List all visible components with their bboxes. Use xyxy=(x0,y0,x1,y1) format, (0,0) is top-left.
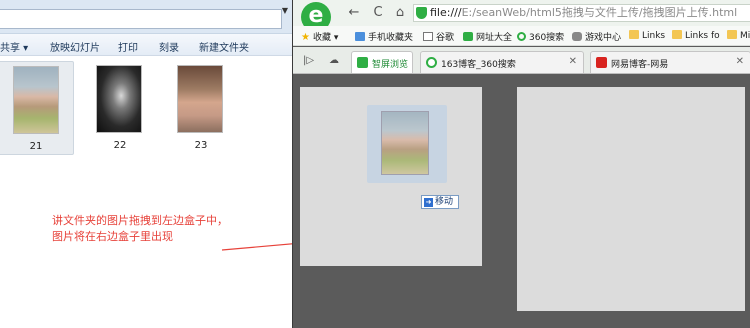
tab-label: 智屏浏览 xyxy=(372,60,409,70)
url-scheme: file:/// xyxy=(430,6,462,19)
explorer-address-input[interactable] xyxy=(0,9,282,29)
file-list: 21 22 23 xyxy=(0,57,292,328)
slideshow-button[interactable]: 放映幻灯片 xyxy=(50,39,100,54)
file-name: 21 xyxy=(29,141,43,152)
browser-toolbar: e ← C ⌂ file:///E:/seanWeb/html5拖拽与文件上传/… xyxy=(293,0,750,32)
tab-favicon-icon xyxy=(357,57,368,68)
url-bar[interactable]: file:///E:/seanWeb/html5拖拽与文件上传/拖拽图片上传.h… xyxy=(413,4,750,22)
drop-zone-box[interactable]: ➜ 移动 xyxy=(300,87,482,266)
cloud-icon[interactable]: ☁ xyxy=(329,55,339,66)
bookmark-label: 网址大全 xyxy=(476,33,513,43)
sidebar-toggle-icon[interactable]: |▷ xyxy=(303,55,314,66)
bookmark-game-center[interactable]: 游戏中心 xyxy=(572,30,621,43)
tab-163-search[interactable]: 163博客_360搜索 ✕ xyxy=(420,51,584,73)
tab-bar: |▷ ☁ 智屏浏览 163博客_360搜索 ✕ 网易博客-网易 ✕ xyxy=(293,47,750,74)
bookmark-label: 游戏中心 xyxy=(585,33,622,43)
document-icon xyxy=(423,32,433,41)
image-thumbnail xyxy=(13,66,59,134)
bookmark-label: 360搜索 xyxy=(529,33,565,43)
move-tooltip-label: 移动 xyxy=(435,197,454,207)
bookmark-label: 收藏 ▾ xyxy=(312,33,339,43)
drag-preview xyxy=(367,105,447,183)
bookmark-label: 谷歌 xyxy=(436,33,455,43)
tab-netease-blog[interactable]: 网易博客-网易 ✕ xyxy=(590,51,750,73)
bookmark-mi[interactable]: Mi xyxy=(727,30,750,41)
bookmark-favorites[interactable]: ★ 收藏 ▾ xyxy=(301,30,338,43)
tab-smart-screen[interactable]: 智屏浏览 xyxy=(351,51,413,73)
360-icon xyxy=(426,57,437,68)
file-name: 23 xyxy=(194,140,208,151)
explorer-address-bar: ▼ xyxy=(0,0,292,34)
close-icon[interactable]: ✕ xyxy=(736,56,744,67)
move-tooltip: ➜ 移动 xyxy=(421,195,459,209)
bookmark-google[interactable]: 谷歌 xyxy=(423,30,454,43)
bookmark-label: Links xyxy=(642,31,666,41)
refresh-icon[interactable]: C xyxy=(369,4,387,22)
browser-window: e ← C ⌂ file:///E:/seanWeb/html5拖拽与文件上传/… xyxy=(292,0,750,328)
chevron-down-icon[interactable]: ▼ xyxy=(282,6,288,15)
file-name: 22 xyxy=(113,140,127,151)
file-item[interactable]: 21 xyxy=(0,61,74,155)
explorer-toolbar: 共享 ▾ 放映幻灯片 打印 刻录 新建文件夹 xyxy=(0,34,292,56)
star-icon: ★ xyxy=(301,32,310,43)
image-thumbnail xyxy=(96,65,142,133)
bookmark-label: 手机收藏夹 xyxy=(368,33,414,43)
bookmark-360-search[interactable]: 360搜索 xyxy=(517,30,564,43)
bookmark-links[interactable]: Links xyxy=(629,30,665,41)
folder-icon xyxy=(629,30,639,39)
image-thumbnail xyxy=(177,65,223,133)
green-shield-icon xyxy=(463,32,473,41)
page-content: ➜ 移动 xyxy=(293,75,750,328)
home-icon[interactable]: ⌂ xyxy=(391,4,409,22)
image-display-box xyxy=(517,87,745,311)
new-folder-button[interactable]: 新建文件夹 xyxy=(199,39,249,54)
360-icon xyxy=(517,32,526,41)
close-icon[interactable]: ✕ xyxy=(569,56,577,67)
bookmark-links-fo[interactable]: Links fo xyxy=(672,30,720,41)
annotation-line: 图片将在右边盒子里出现 xyxy=(52,230,173,243)
netease-icon xyxy=(596,57,607,68)
file-item[interactable]: 23 xyxy=(163,61,239,155)
instruction-annotation: 讲文件夹的图片拖拽到左边盒子中， 图片将在右边盒子里出现 xyxy=(52,213,228,245)
file-item[interactable]: 22 xyxy=(82,61,158,155)
file-explorer: ▼ 共享 ▾ 放映幻灯片 打印 刻录 新建文件夹 21 22 23 讲文件夹的图 xyxy=(0,0,292,328)
bookmarks-bar: ★ 收藏 ▾ 手机收藏夹 谷歌 网址大全 360搜索 游戏中心 Links Lin… xyxy=(293,26,750,46)
gamepad-icon xyxy=(572,32,582,41)
bookmark-mobile-favorites[interactable]: 手机收藏夹 xyxy=(355,30,413,43)
phone-icon xyxy=(355,32,365,41)
bookmark-label: Links fo xyxy=(685,31,720,41)
folder-icon xyxy=(672,30,682,39)
burn-button[interactable]: 刻录 xyxy=(159,39,179,54)
move-arrow-icon: ➜ xyxy=(424,198,433,207)
bookmark-web-directory[interactable]: 网址大全 xyxy=(463,30,512,43)
folder-icon xyxy=(727,30,737,39)
annotation-line: 讲文件夹的图片拖拽到左边盒子中， xyxy=(52,214,228,227)
tab-label: 网易博客-网易 xyxy=(611,60,669,70)
print-button[interactable]: 打印 xyxy=(118,39,138,54)
back-arrow-icon[interactable]: ← xyxy=(345,4,363,22)
tab-label: 163博客_360搜索 xyxy=(441,60,516,70)
url-path: E:/seanWeb/html5拖拽与文件上传/拖拽图片上传.html xyxy=(461,6,738,19)
dragged-image xyxy=(381,111,429,175)
security-shield-icon xyxy=(416,7,427,19)
bookmark-label: Mi xyxy=(740,31,750,41)
share-button[interactable]: 共享 ▾ xyxy=(0,39,28,54)
